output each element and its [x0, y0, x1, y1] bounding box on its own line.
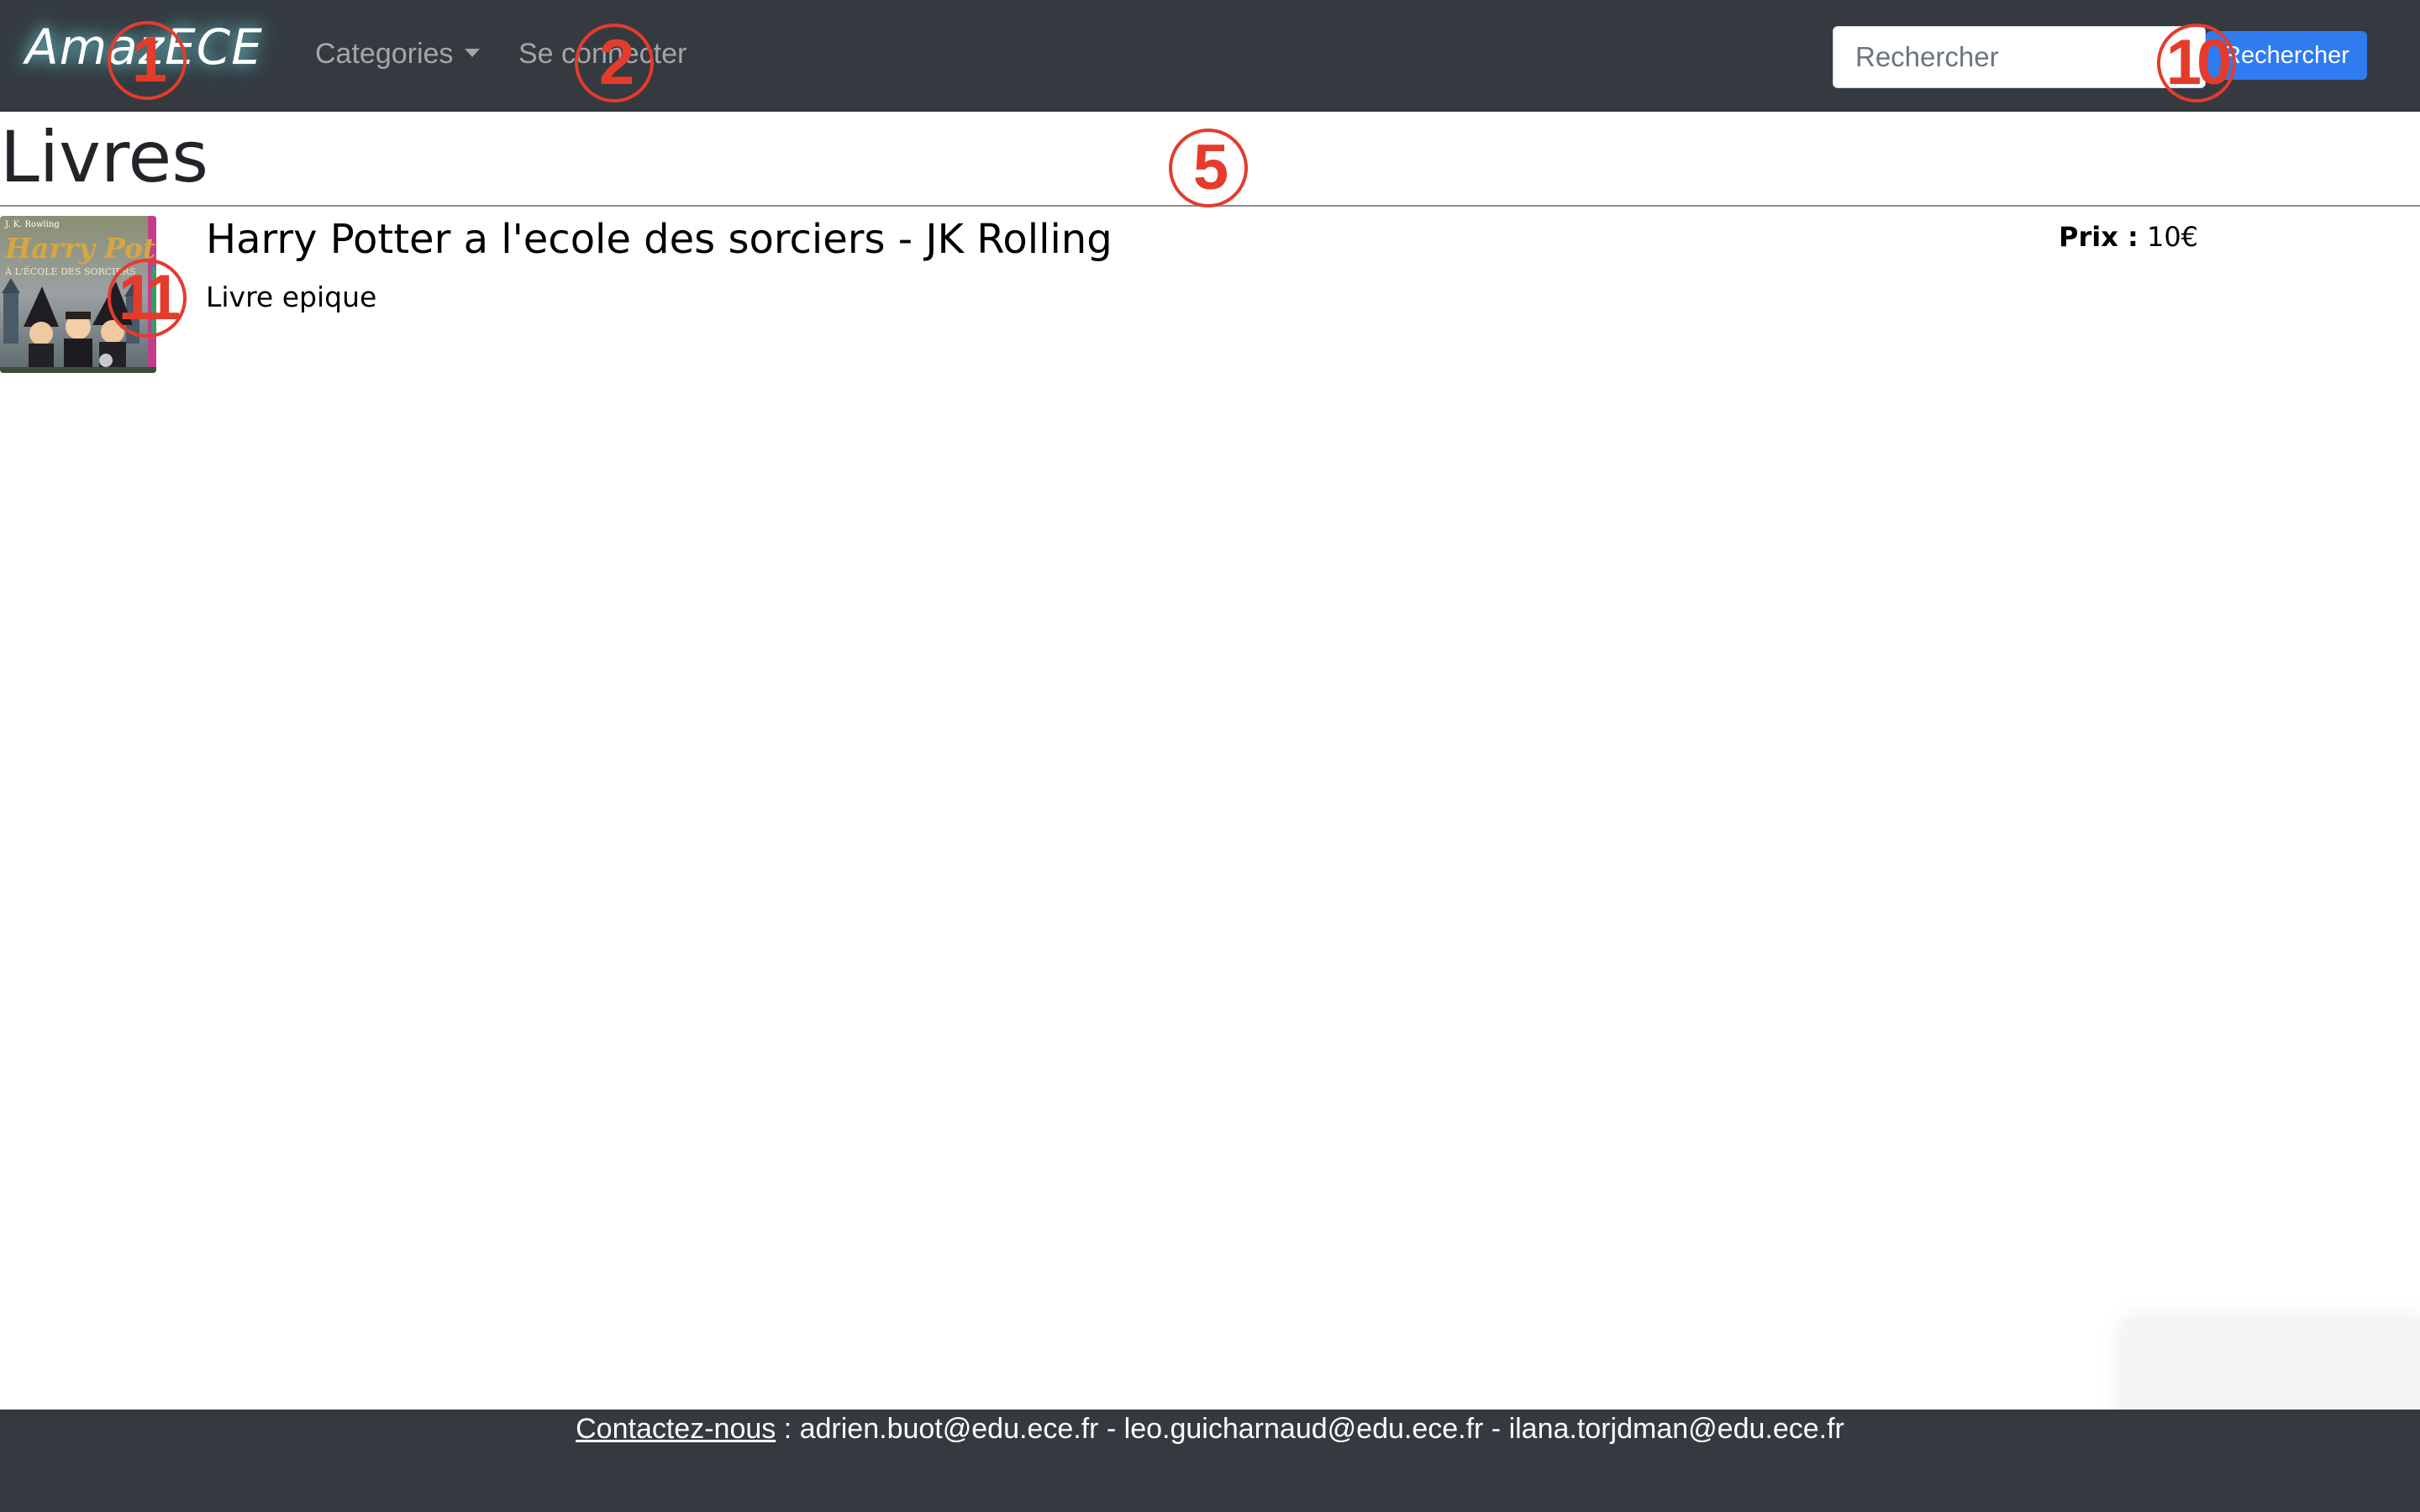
product-description: Livre epique: [206, 281, 377, 313]
page: AmazECE Categories Se connecter Recherch…: [0, 0, 2420, 1512]
caret-down-icon: [465, 49, 481, 58]
categories-dropdown[interactable]: Categories: [315, 38, 481, 71]
search-input[interactable]: [1833, 26, 2206, 88]
footer-contact: Contactez-nous : adrien.buot@edu.ece.fr …: [0, 1413, 2420, 1446]
book-cover-image: J. K. Rowling Harry Potter À L'ÉCOLE DES…: [0, 216, 156, 373]
price-label: Prix :: [2059, 221, 2139, 253]
cover-subtitle: À L'ÉCOLE DES SORCIERS: [4, 265, 135, 277]
login-link[interactable]: Se connecter: [518, 38, 687, 71]
product-title[interactable]: Harry Potter a l'ecole des sorciers - JK…: [206, 216, 1113, 263]
cover-title: Harry Potter: [4, 232, 156, 265]
navbar: AmazECE Categories Se connecter Recherch…: [0, 0, 2420, 112]
product-image[interactable]: J. K. Rowling Harry Potter À L'ÉCOLE DES…: [0, 216, 156, 373]
contact-link[interactable]: Contactez-nous: [576, 1413, 776, 1445]
cover-author: J. K. Rowling: [4, 220, 60, 229]
search-button[interactable]: Rechercher: [2206, 31, 2367, 80]
brand-logo[interactable]: AmazECE: [25, 18, 263, 76]
categories-label: Categories: [315, 38, 454, 70]
price-value: 10€: [2146, 221, 2199, 253]
footer-emails: : adrien.buot@edu.ece.fr - leo.guicharna…: [776, 1413, 1844, 1445]
marker-5: 5: [1169, 129, 1248, 207]
page-title: Livres: [0, 116, 208, 198]
title-divider: [0, 205, 2420, 207]
product-price: Prix : 10€: [2059, 221, 2198, 253]
